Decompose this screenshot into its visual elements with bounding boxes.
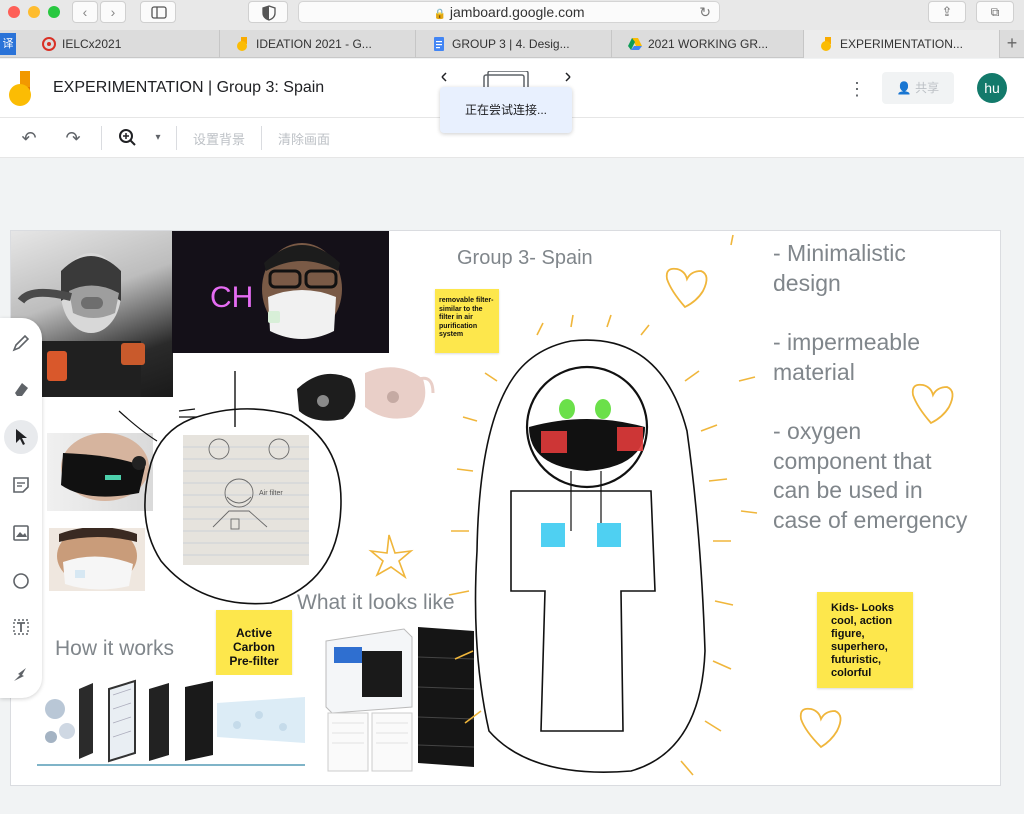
google-docs-icon [434,37,444,51]
tab-overview-button[interactable]: ⧉ [976,1,1014,23]
figure-outline-ink [474,339,706,773]
laser-tool[interactable] [4,658,38,692]
sidebar-icon [151,6,167,19]
tab-label: 2021 WORKING GR... [648,37,769,51]
privacy-report-button[interactable] [248,1,288,23]
translate-badge[interactable]: 译 [0,33,16,55]
set-background-button[interactable]: 设置背景 [193,129,245,148]
eraser-icon [15,383,28,396]
heart-ink [799,707,842,749]
more-options-icon[interactable]: ⋮ [848,77,866,101]
page-title[interactable]: EXPERIMENTATION | Group 3: Spain [53,79,324,97]
jamboard-logo-icon [9,71,31,106]
zoom-icon[interactable] [116,126,140,150]
figure-body-ink [510,490,656,732]
heart-ink [665,267,708,309]
pen-icon [12,334,30,352]
toolbar-divider [176,126,177,150]
image-tool[interactable] [4,516,38,550]
tab-label: IDEATION 2021 - G... [256,37,372,51]
share-page-button[interactable]: ⇪ [928,1,966,23]
tab-working-group[interactable]: 2021 WORKING GR... [612,30,804,58]
jamboard-icon [821,37,831,51]
sketch-circle-ink [144,408,342,605]
app-header: EXPERIMENTATION | Group 3: Spain 正在尝试连接.… [0,59,1024,133]
figure-neck-ink [570,471,602,531]
tool-rail [0,318,42,698]
toolbar-divider [261,126,262,150]
tab-group3-design[interactable]: GROUP 3 | 4. Desig... [416,30,612,58]
share-person-icon: 👤 [896,81,916,95]
pen-tool[interactable] [4,326,38,360]
new-tab-button[interactable]: + [1000,30,1024,58]
jamboard-icon [237,37,247,51]
ielc-icon [42,37,56,51]
reload-icon[interactable]: ↻ [699,2,711,22]
equals-ink [178,408,197,418]
figure-eye-ink [559,399,575,419]
url-text: jamboard.google.com [449,4,585,20]
figure-oxygen-tank-ink [597,523,621,547]
shape-tool[interactable] [4,564,38,598]
figure-glow-ink [448,234,758,776]
figure-oxygen-tank-ink [541,523,565,547]
text-box-tool[interactable] [4,610,38,644]
figure-mask-filter-ink [541,431,567,453]
ink-drawings [118,234,954,776]
redo-icon[interactable]: ↷ [61,126,85,150]
figure-mask-filter-ink [617,427,643,451]
laser-icon [14,668,26,681]
undo-icon[interactable]: ↶ [17,126,41,150]
select-tool[interactable] [4,420,38,454]
select-icon [16,429,27,445]
share-label: 共享 [915,81,940,95]
sticky-note-tool[interactable] [4,468,38,502]
tab-label: IELCx2021 [62,37,122,51]
tab-ielcx2021[interactable]: IELCx2021 [26,30,220,58]
minimize-window-button[interactable] [28,6,40,18]
zoom-window-button[interactable] [48,6,60,18]
figure-eye-ink [595,399,611,419]
heart-ink [911,383,954,425]
tab-ideation[interactable]: IDEATION 2021 - G... [220,30,416,58]
tab-experimentation[interactable]: EXPERIMENTATION... [804,30,1000,58]
connecting-toast: 正在尝试连接... [440,87,572,133]
circle-icon [13,573,29,589]
address-bar[interactable]: 🔒 jamboard.google.com ↻ [298,1,720,23]
shield-icon [262,5,276,21]
jam-canvas[interactable]: CH Air filter Group 3- Spain - Minimalis… [10,230,1001,786]
lock-icon: 🔒 [433,9,446,20]
image-icon [13,525,29,541]
google-drive-icon [628,38,642,50]
back-button[interactable]: ‹ [72,1,98,23]
sidebar-toggle-button[interactable] [140,1,176,23]
eraser-tool[interactable] [4,372,38,406]
forward-button[interactable]: › [100,1,126,23]
close-window-button[interactable] [8,6,20,18]
tab-label: GROUP 3 | 4. Desig... [452,37,570,51]
toolbar-divider [101,126,102,150]
clear-frame-button[interactable]: 清除画面 [278,129,330,148]
tab-label: EXPERIMENTATION... [840,37,963,51]
share-button[interactable]: 👤 共享 [882,72,954,104]
avatar[interactable]: hu [977,73,1007,103]
star-ink [368,534,414,580]
browser-toolbar: ‹ › 🔒 jamboard.google.com ↻ ⇪ ⧉ [0,0,1024,30]
zoom-dropdown-icon[interactable]: ▾ [146,126,170,150]
sticky-note-icon [13,477,29,493]
tab-strip: 译 IELCx2021 IDEATION 2021 - G... GROUP 3… [0,30,1024,58]
connector-ink [118,410,158,442]
text-box-icon [13,619,29,635]
